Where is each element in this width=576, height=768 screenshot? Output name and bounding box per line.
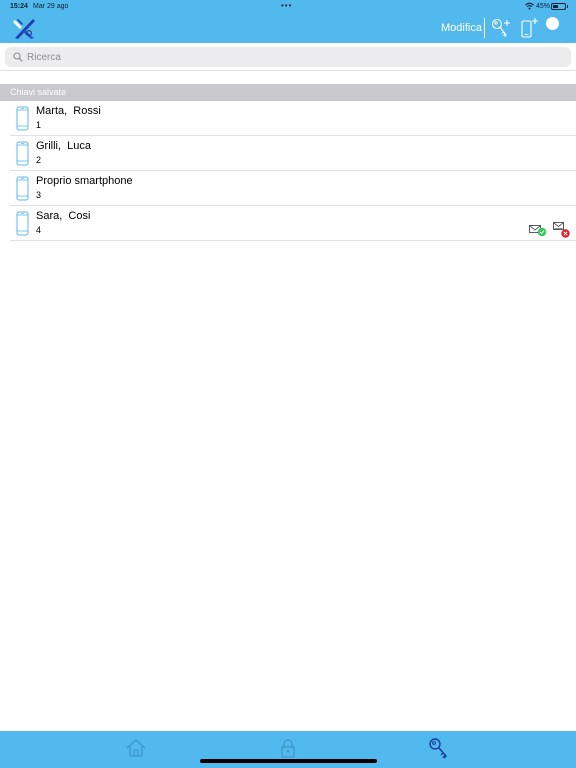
key-number: 4 (36, 225, 42, 235)
multitask-dots-icon[interactable]: ••• (281, 1, 292, 10)
key-number: 2 (36, 155, 42, 165)
status-date: Mar 29 ago (33, 3, 69, 10)
list-item[interactable]: Marta, Rossi 1 (0, 101, 576, 136)
key-number: 1 (36, 120, 42, 130)
key-name: Marta, Rossi (36, 105, 101, 117)
key-number: 3 (36, 190, 42, 200)
section-header: Chiavi salvate (0, 84, 576, 101)
keys-icon[interactable] (427, 736, 451, 760)
top-header: 15:24 Mar 29 ago ••• 45% Modifica (0, 0, 576, 43)
lock-icon[interactable] (276, 736, 300, 760)
list-item[interactable]: Proprio smartphone 3 (0, 171, 576, 206)
mail-sent-ok-icon (529, 225, 547, 237)
smartphone-icon (16, 106, 29, 131)
smartphone-icon (16, 211, 29, 236)
edit-button[interactable]: Modifica (441, 22, 482, 34)
nav-separator (484, 18, 485, 38)
smartphone-icon (16, 176, 29, 201)
add-phone-icon[interactable] (518, 17, 540, 39)
battery-cap (567, 5, 568, 8)
search-field[interactable] (5, 47, 571, 67)
key-name: Proprio smartphone (36, 175, 133, 187)
smartphone-icon (16, 141, 29, 166)
list-item[interactable]: Grilli, Luca 2 (0, 136, 576, 171)
mail-failed-icon (553, 222, 570, 238)
keys-list: Marta, Rossi 1 Grilli, Luca 2 Proprio sm… (0, 101, 576, 241)
battery-level (553, 5, 558, 8)
search-icon (13, 52, 23, 62)
key-status-badges (529, 222, 570, 238)
row-divider (10, 240, 576, 241)
battery-icon (551, 3, 566, 10)
app-logo-icon (13, 19, 35, 39)
status-time: 15:24 (10, 3, 28, 10)
home-icon[interactable] (124, 736, 148, 760)
add-key-icon[interactable] (490, 17, 512, 39)
wifi-icon (525, 2, 534, 10)
profile-circle-icon[interactable] (546, 17, 559, 30)
list-item[interactable]: Sara, Cosi 4 (0, 206, 576, 241)
battery-percent: 45% (536, 3, 551, 10)
search-input[interactable] (27, 50, 557, 64)
key-name: Sara, Cosi (36, 210, 91, 222)
status-bar: 15:24 Mar 29 ago ••• 45% (0, 0, 576, 14)
section-title: Chiavi salvate (10, 87, 67, 97)
key-name: Grilli, Luca (36, 140, 92, 152)
search-bar (0, 43, 576, 71)
home-indicator[interactable] (200, 759, 377, 763)
